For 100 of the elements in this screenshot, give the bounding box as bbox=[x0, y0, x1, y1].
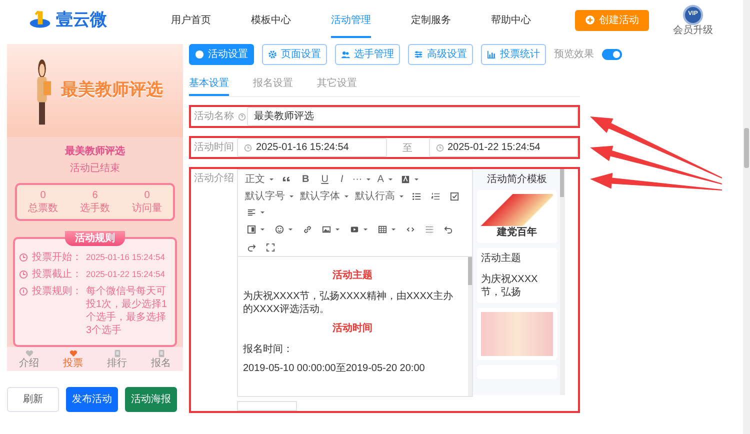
document-icon bbox=[156, 349, 166, 358]
help-icon bbox=[238, 112, 246, 120]
rule-value: 2025-01-22 15:24:54 bbox=[86, 268, 165, 282]
toolbar-menu[interactable]: A bbox=[374, 170, 396, 188]
emoji-icon bbox=[275, 224, 284, 234]
nav-link[interactable]: 用户首页 bbox=[171, 2, 211, 38]
content-heading: 活动主题 bbox=[332, 269, 374, 282]
template-card[interactable]: 活动主题 为庆祝XXXX节，弘扬 bbox=[477, 248, 557, 303]
nav-link[interactable]: 模板中心 bbox=[251, 2, 291, 38]
content-heading: 活动时间 bbox=[332, 322, 374, 335]
template-caption: 建党百年 bbox=[496, 226, 538, 239]
caret-icon bbox=[269, 176, 274, 182]
rule-label: 投票截止： bbox=[32, 268, 82, 282]
template-panel-title: 活动简介模板 bbox=[486, 172, 548, 187]
toolbar-menu[interactable]: ··· bbox=[349, 170, 374, 188]
template-thumbnail bbox=[481, 312, 553, 356]
code-icon bbox=[406, 224, 415, 234]
video-icon bbox=[350, 224, 359, 234]
toolbar-menu[interactable]: 默认行高 bbox=[352, 188, 407, 205]
toolbar-menu[interactable]: 正文 bbox=[242, 170, 277, 188]
clock-icon bbox=[436, 144, 444, 152]
redo-icon bbox=[247, 242, 256, 252]
clock-icon bbox=[19, 253, 28, 262]
caret-icon bbox=[260, 210, 265, 215]
caret-icon bbox=[399, 194, 404, 199]
word-count-box bbox=[237, 401, 297, 411]
sub-tab[interactable]: 基本设置 bbox=[189, 73, 229, 96]
stat-label: 选手数 bbox=[80, 202, 110, 216]
stat-label: 访问量 bbox=[132, 202, 162, 216]
range-separator: 至 bbox=[402, 142, 414, 155]
sub-tab[interactable]: 其它设置 bbox=[317, 73, 357, 96]
image-icon bbox=[322, 224, 331, 234]
rule-label: 投票开始： bbox=[32, 251, 82, 264]
bullet-list-icon bbox=[412, 192, 421, 201]
preview-toggle[interactable] bbox=[602, 49, 622, 60]
highlight-icon bbox=[400, 174, 410, 184]
toolbar-button[interactable]: B bbox=[296, 170, 316, 188]
caret-icon bbox=[363, 226, 368, 232]
stat-value: 0 bbox=[144, 189, 150, 202]
caret-icon bbox=[366, 176, 372, 182]
date-field[interactable]: 2025-01-22 15:24:54 bbox=[428, 138, 578, 157]
settings-tab[interactable]: 活动设置 bbox=[189, 44, 254, 65]
sliders-icon bbox=[414, 50, 423, 59]
caret-icon bbox=[391, 226, 396, 232]
caret-icon bbox=[414, 176, 419, 182]
caret-icon bbox=[288, 226, 293, 232]
name-field[interactable]: 最美教师评选 bbox=[247, 107, 578, 126]
content-paragraph: 报名时间： bbox=[243, 343, 294, 356]
toolbar-button[interactable]: U bbox=[315, 170, 334, 188]
vip-upgrade-label[interactable]: 会员升级 bbox=[673, 24, 713, 36]
toolbar-menu[interactable]: 默认字号 bbox=[242, 188, 297, 205]
plus-icon bbox=[585, 15, 595, 25]
tab-bar-item[interactable]: 排行 bbox=[107, 349, 127, 370]
settings-tab[interactable]: 投票统计 bbox=[481, 44, 546, 65]
toolbar-button[interactable]: I bbox=[334, 170, 350, 188]
field-label: 活动名称 bbox=[194, 110, 234, 123]
divider-icon bbox=[425, 224, 434, 234]
rule-label: 投票规则： bbox=[32, 285, 82, 298]
link-icon bbox=[303, 224, 312, 234]
heart-icon bbox=[24, 349, 34, 358]
banner-title: 最美教师评选 bbox=[61, 79, 163, 102]
action-button[interactable]: 发布活动 bbox=[66, 387, 118, 412]
logo-text: 壹云微 bbox=[56, 8, 107, 31]
sub-tab[interactable]: 报名设置 bbox=[253, 73, 293, 96]
action-button[interactable]: 刷新 bbox=[7, 387, 59, 412]
stat-value: 0 bbox=[40, 189, 46, 202]
stat-value: 6 bbox=[92, 189, 98, 202]
stat-label: 总票数 bbox=[28, 202, 58, 216]
quote-icon bbox=[282, 174, 291, 184]
settings-tab[interactable]: 选手管理 bbox=[335, 44, 400, 65]
toolbar-menu[interactable]: 默认字体 bbox=[297, 188, 352, 205]
users-icon bbox=[341, 50, 350, 59]
action-button[interactable]: 活动海报 bbox=[125, 387, 177, 412]
caret-icon bbox=[260, 226, 265, 232]
caret-icon bbox=[335, 226, 340, 232]
checkbox-icon bbox=[450, 192, 459, 201]
caret-icon bbox=[388, 176, 393, 182]
clock-icon bbox=[19, 270, 28, 280]
info-icon bbox=[19, 287, 28, 296]
align-icon bbox=[247, 208, 256, 217]
template-card[interactable]: 建党百年 bbox=[477, 190, 557, 243]
tab-bar-item[interactable]: 报名 bbox=[151, 349, 171, 370]
indent-icon bbox=[247, 224, 256, 234]
tab-bar-item[interactable]: 介绍 bbox=[19, 349, 39, 370]
rule-value: 2025-01-16 15:24:54 bbox=[86, 251, 165, 264]
nav-link[interactable]: 帮助中心 bbox=[491, 2, 531, 38]
rule-value: 每个微信号每天可投1次，最少选择1个选手，最多选择3个选手 bbox=[86, 285, 168, 338]
activity-title: 最美教师评选 bbox=[64, 145, 126, 158]
date-field[interactable]: 2025-01-16 15:24:54 bbox=[237, 138, 386, 157]
caret-icon bbox=[344, 194, 349, 199]
template-heading: 活动主题 bbox=[481, 252, 522, 265]
nav-link[interactable]: 定制服务 bbox=[411, 2, 451, 38]
settings-tab[interactable]: 页面设置 bbox=[262, 44, 327, 65]
template-excerpt: 为庆祝XXXX节，弘扬 bbox=[481, 273, 539, 299]
heart-icon bbox=[68, 349, 78, 358]
fullscreen-icon bbox=[266, 242, 275, 252]
settings-tab[interactable]: 高级设置 bbox=[408, 44, 473, 65]
toggle-label: 预览效果 bbox=[554, 48, 594, 61]
content-paragraph: 2019-05-10 00:00:00至2019-05-20 20:00 bbox=[243, 362, 426, 375]
nav-link[interactable]: 活动管理 bbox=[331, 2, 371, 38]
